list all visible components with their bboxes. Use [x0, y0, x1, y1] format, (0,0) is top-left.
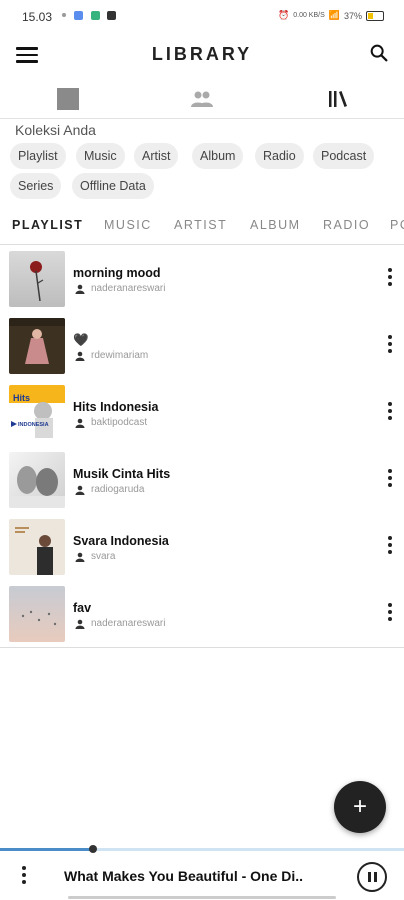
cover-subtext: INDONESIA [18, 422, 49, 428]
more-options-icon[interactable] [19, 866, 29, 888]
google-icon [73, 10, 83, 20]
playlist-cover [9, 452, 65, 508]
pause-button[interactable] [357, 862, 387, 892]
tab-album[interactable]: ALBUM [250, 218, 301, 232]
list-item[interactable]: morning mood naderanareswari [0, 246, 404, 313]
tab-artist[interactable]: ARTIST [174, 218, 227, 232]
square-icon [57, 88, 79, 110]
more-options-icon[interactable] [385, 536, 395, 558]
page-title: LIBRARY [151, 44, 253, 64]
app-notification-icon [90, 10, 100, 20]
category-tabs: PLAYLIST MUSIC ARTIST ALBUM RADIO PO [0, 208, 404, 245]
owner-name: baktipodcast [91, 417, 148, 428]
playlist-cover [9, 586, 65, 642]
tab-library[interactable] [324, 86, 352, 112]
add-button[interactable]: + [334, 781, 386, 833]
tab-podcast[interactable]: PO [390, 218, 404, 232]
telegram-icon [107, 10, 117, 20]
playlist-title: Hits Indonesia [73, 400, 159, 414]
app-bar: LIBRARY [0, 34, 404, 78]
playlist-owner: svara [75, 551, 115, 562]
pause-icon [367, 872, 371, 882]
person-icon [75, 351, 85, 361]
more-options-icon[interactable] [385, 268, 395, 290]
mini-player[interactable]: What Makes You Beautiful - One Di.. [0, 852, 404, 900]
chip-podcast[interactable]: Podcast [313, 143, 375, 169]
wifi-icon: 📶 [328, 10, 340, 20]
chip-radio[interactable]: Radio [255, 143, 304, 169]
tab-music[interactable]: MUSIC [104, 218, 152, 232]
tab-recent[interactable] [54, 86, 82, 112]
person-icon [75, 552, 85, 562]
chip-artist[interactable]: Artist [134, 143, 179, 169]
playlist-title: 🖤 [73, 333, 89, 347]
view-tabs [0, 82, 404, 119]
playlist-title: morning mood [73, 266, 161, 280]
playlist-owner: rdewimariam [75, 350, 148, 361]
person-icon [75, 418, 85, 428]
person-icon [75, 485, 85, 495]
chip-offline-data[interactable]: Offline Data [72, 173, 154, 199]
battery-icon [366, 10, 384, 21]
playlist-owner: radiogaruda [75, 484, 144, 495]
owner-name: naderanareswari [91, 283, 166, 294]
owner-name: naderanareswari [91, 618, 166, 629]
person-icon [75, 284, 85, 294]
status-right: ⏰ 0.00 KB/S 📶 37% [278, 10, 384, 21]
search-icon[interactable] [368, 42, 390, 64]
tab-playlist[interactable]: PLAYLIST [12, 218, 83, 232]
tab-radio[interactable]: RADIO [323, 218, 370, 232]
playlist-owner: naderanareswari [75, 283, 166, 294]
alarm-icon: ⏰ [278, 10, 290, 20]
status-bar: 15.03 ⏰ 0.00 KB/S 📶 37% [0, 0, 404, 34]
network-speed: 0.00 KB/S [293, 12, 325, 19]
playlist-owner: naderanareswari [75, 618, 166, 629]
list-item[interactable]: Svara Indonesia svara [0, 514, 404, 581]
playlist-owner: baktipodcast [75, 417, 147, 428]
collection-label: Koleksi Anda [15, 122, 96, 138]
more-options-icon[interactable] [385, 335, 395, 357]
playlist-title: Svara Indonesia [73, 534, 169, 548]
home-indicator [68, 896, 336, 899]
playlist-list: morning mood naderanareswari 🖤 rdewimari… [0, 244, 404, 648]
chip-series[interactable]: Series [10, 173, 62, 199]
now-playing-title: What Makes You Beautiful - One Di.. [64, 868, 304, 884]
playlist-title: fav [73, 601, 92, 615]
library-icon [329, 91, 347, 107]
owner-name: rdewimariam [91, 350, 149, 361]
playlist-cover [9, 519, 65, 575]
status-time: 15.03 [22, 10, 53, 24]
list-item[interactable]: Musik Cinta Hits radiogaruda [0, 447, 404, 514]
chip-album[interactable]: Album [192, 143, 244, 169]
battery-percent: 37% [343, 10, 362, 21]
chip-music[interactable]: Music [76, 143, 125, 169]
notification-icons [62, 10, 119, 21]
chip-playlist[interactable]: Playlist [10, 143, 66, 169]
people-icon [191, 91, 213, 107]
list-item[interactable]: 🖤 rdewimariam [0, 313, 404, 380]
plus-icon: + [352, 793, 367, 820]
cover-text: Hits [13, 393, 31, 403]
list-item[interactable]: Hits INDONESIA Hits Indonesia baktipodca… [0, 380, 404, 447]
more-options-icon[interactable] [385, 603, 395, 625]
more-options-icon[interactable] [385, 469, 395, 491]
owner-name: svara [91, 551, 116, 562]
playlist-title: Musik Cinta Hits [73, 467, 171, 481]
more-options-icon[interactable] [385, 402, 395, 424]
playback-progress[interactable] [0, 845, 404, 853]
person-icon [75, 619, 85, 629]
dot-icon [62, 13, 66, 18]
list-item[interactable]: fav naderanareswari [0, 581, 404, 648]
progress-fill [0, 848, 93, 851]
playlist-cover: Hits INDONESIA [9, 385, 65, 441]
owner-name: radiogaruda [91, 484, 145, 495]
tab-social[interactable] [188, 86, 216, 112]
playlist-cover [9, 318, 65, 374]
playlist-cover [9, 251, 65, 307]
